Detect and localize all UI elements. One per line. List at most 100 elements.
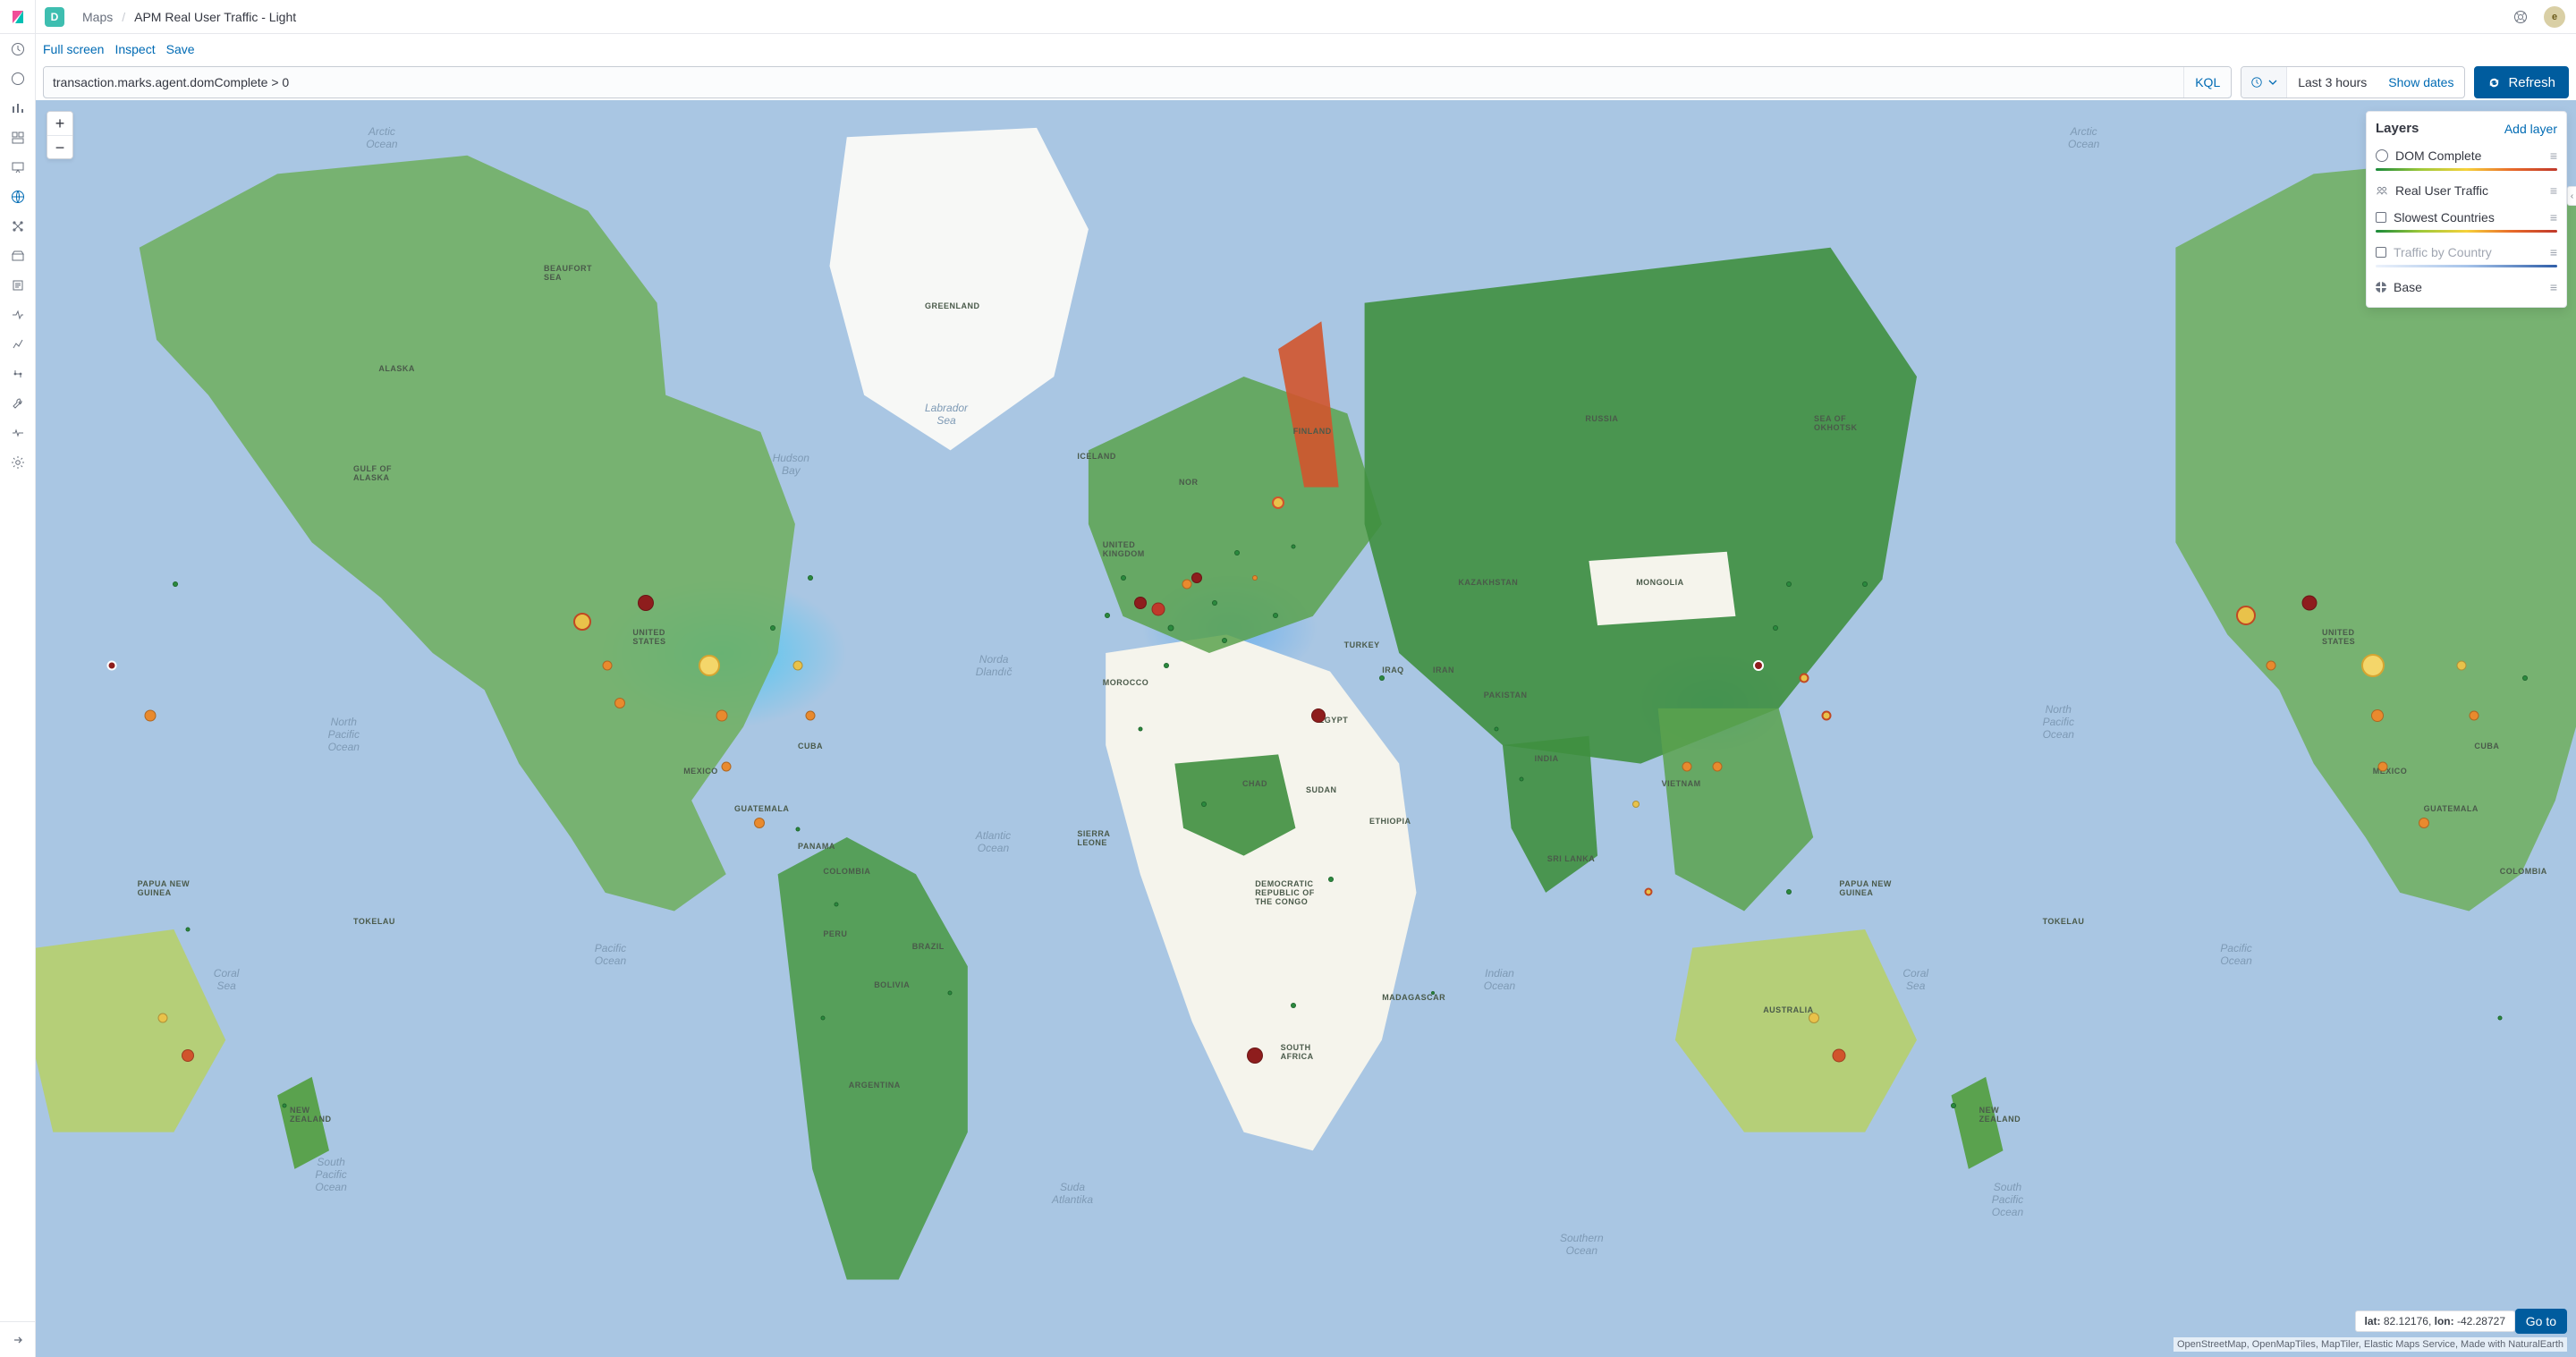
- goto-button[interactable]: Go to: [2515, 1309, 2567, 1334]
- data-point[interactable]: [1247, 1047, 1263, 1064]
- breadcrumb-maps[interactable]: Maps: [82, 10, 113, 24]
- data-point[interactable]: [1520, 776, 1524, 781]
- drag-handle-icon[interactable]: ≡: [2550, 245, 2557, 259]
- data-point[interactable]: [1273, 613, 1278, 618]
- data-point[interactable]: [716, 710, 727, 722]
- layer-item[interactable]: Base≡: [2376, 275, 2557, 301]
- nav-canvas[interactable]: [0, 152, 36, 182]
- data-point[interactable]: [1252, 575, 1258, 581]
- nav-recently-viewed[interactable]: [0, 34, 36, 64]
- map[interactable]: ArcticOceanNorthPacificOceanPacificOcean…: [36, 100, 2576, 1357]
- drag-handle-icon[interactable]: ≡: [2550, 210, 2557, 225]
- newsfeed-button[interactable]: [2508, 4, 2533, 30]
- nav-visualize[interactable]: [0, 93, 36, 123]
- inspect-link[interactable]: Inspect: [114, 42, 155, 56]
- nav-maps[interactable]: [0, 182, 36, 211]
- nav-collapse[interactable]: [0, 1321, 36, 1357]
- data-point[interactable]: [1212, 600, 1217, 606]
- data-point[interactable]: [796, 827, 801, 831]
- data-point[interactable]: [1862, 581, 1868, 587]
- data-point[interactable]: [1311, 708, 1326, 723]
- data-point[interactable]: [1134, 597, 1147, 609]
- data-point[interactable]: [2378, 761, 2388, 771]
- data-point[interactable]: [2301, 596, 2317, 611]
- data-point[interactable]: [1786, 889, 1792, 895]
- data-point[interactable]: [182, 1049, 194, 1062]
- data-point[interactable]: [1139, 726, 1143, 731]
- data-point[interactable]: [2361, 654, 2385, 677]
- data-point[interactable]: [722, 761, 732, 771]
- data-point[interactable]: [793, 661, 803, 671]
- collapse-layers-tab[interactable]: ‹: [2567, 186, 2576, 206]
- data-point[interactable]: [1121, 575, 1126, 581]
- data-point[interactable]: [1201, 801, 1207, 807]
- data-point[interactable]: [834, 903, 838, 907]
- show-dates-link[interactable]: Show dates: [2377, 75, 2464, 89]
- nav-monitoring[interactable]: [0, 418, 36, 447]
- save-link[interactable]: Save: [166, 42, 195, 56]
- data-point[interactable]: [2470, 711, 2479, 721]
- data-point[interactable]: [144, 710, 156, 722]
- data-point[interactable]: [2497, 1015, 2502, 1020]
- data-point[interactable]: [1645, 888, 1653, 896]
- drag-handle-icon[interactable]: ≡: [2550, 280, 2557, 294]
- data-point[interactable]: [2419, 818, 2429, 828]
- data-point[interactable]: [699, 655, 720, 676]
- nav-management[interactable]: [0, 447, 36, 477]
- drag-handle-icon[interactable]: ≡: [2550, 148, 2557, 163]
- data-point[interactable]: [158, 1013, 168, 1022]
- data-point[interactable]: [1191, 572, 1202, 583]
- data-point[interactable]: [1105, 613, 1110, 618]
- nav-siem[interactable]: [0, 359, 36, 388]
- data-point[interactable]: [638, 595, 654, 611]
- data-point[interactable]: [603, 661, 613, 671]
- space-badge[interactable]: D: [45, 7, 64, 27]
- data-point[interactable]: [2267, 661, 2276, 671]
- data-point[interactable]: [1328, 877, 1334, 882]
- nav-uptime[interactable]: [0, 329, 36, 359]
- data-point[interactable]: [1431, 991, 1435, 995]
- data-point[interactable]: [1379, 675, 1385, 681]
- avatar[interactable]: e: [2544, 6, 2565, 28]
- data-point[interactable]: [1291, 544, 1295, 548]
- data-point[interactable]: [1833, 1048, 1846, 1062]
- data-point[interactable]: [1713, 761, 1723, 771]
- data-point[interactable]: [614, 698, 625, 708]
- nav-dashboard[interactable]: [0, 123, 36, 152]
- data-point[interactable]: [1682, 761, 1692, 771]
- data-point[interactable]: [573, 613, 591, 631]
- data-point[interactable]: [1222, 638, 1227, 643]
- data-point[interactable]: [283, 1104, 287, 1108]
- data-point[interactable]: [948, 990, 953, 995]
- layer-item[interactable]: Traffic by Country≡: [2376, 240, 2557, 275]
- nav-logs[interactable]: [0, 270, 36, 300]
- drag-handle-icon[interactable]: ≡: [2550, 183, 2557, 198]
- data-point[interactable]: [1182, 579, 1191, 589]
- data-point[interactable]: [1799, 674, 1809, 683]
- nav-ml[interactable]: [0, 211, 36, 241]
- quick-select-button[interactable]: [2241, 67, 2287, 98]
- layer-item[interactable]: Slowest Countries≡: [2376, 205, 2557, 240]
- data-point[interactable]: [2522, 675, 2528, 681]
- zoom-in-button[interactable]: +: [47, 112, 72, 135]
- query-input[interactable]: [44, 67, 2183, 98]
- kibana-logo[interactable]: [0, 0, 36, 34]
- data-point[interactable]: [1753, 660, 1764, 671]
- refresh-button[interactable]: Refresh: [2474, 66, 2569, 98]
- data-point[interactable]: [1168, 625, 1174, 632]
- data-point[interactable]: [1234, 550, 1240, 556]
- data-point[interactable]: [770, 625, 775, 631]
- layer-item[interactable]: Real User Traffic≡: [2376, 178, 2557, 205]
- data-point[interactable]: [1164, 663, 1169, 668]
- data-point[interactable]: [1272, 496, 1284, 509]
- nav-infrastructure[interactable]: [0, 241, 36, 270]
- data-point[interactable]: [186, 928, 191, 932]
- layer-item[interactable]: DOM Complete≡: [2376, 143, 2557, 178]
- data-point[interactable]: [1773, 625, 1778, 631]
- data-point[interactable]: [1152, 603, 1165, 616]
- data-point[interactable]: [806, 711, 816, 721]
- data-point[interactable]: [1632, 801, 1640, 808]
- data-point[interactable]: [1495, 726, 1499, 731]
- data-point[interactable]: [1786, 581, 1792, 587]
- full-screen-link[interactable]: Full screen: [43, 42, 104, 56]
